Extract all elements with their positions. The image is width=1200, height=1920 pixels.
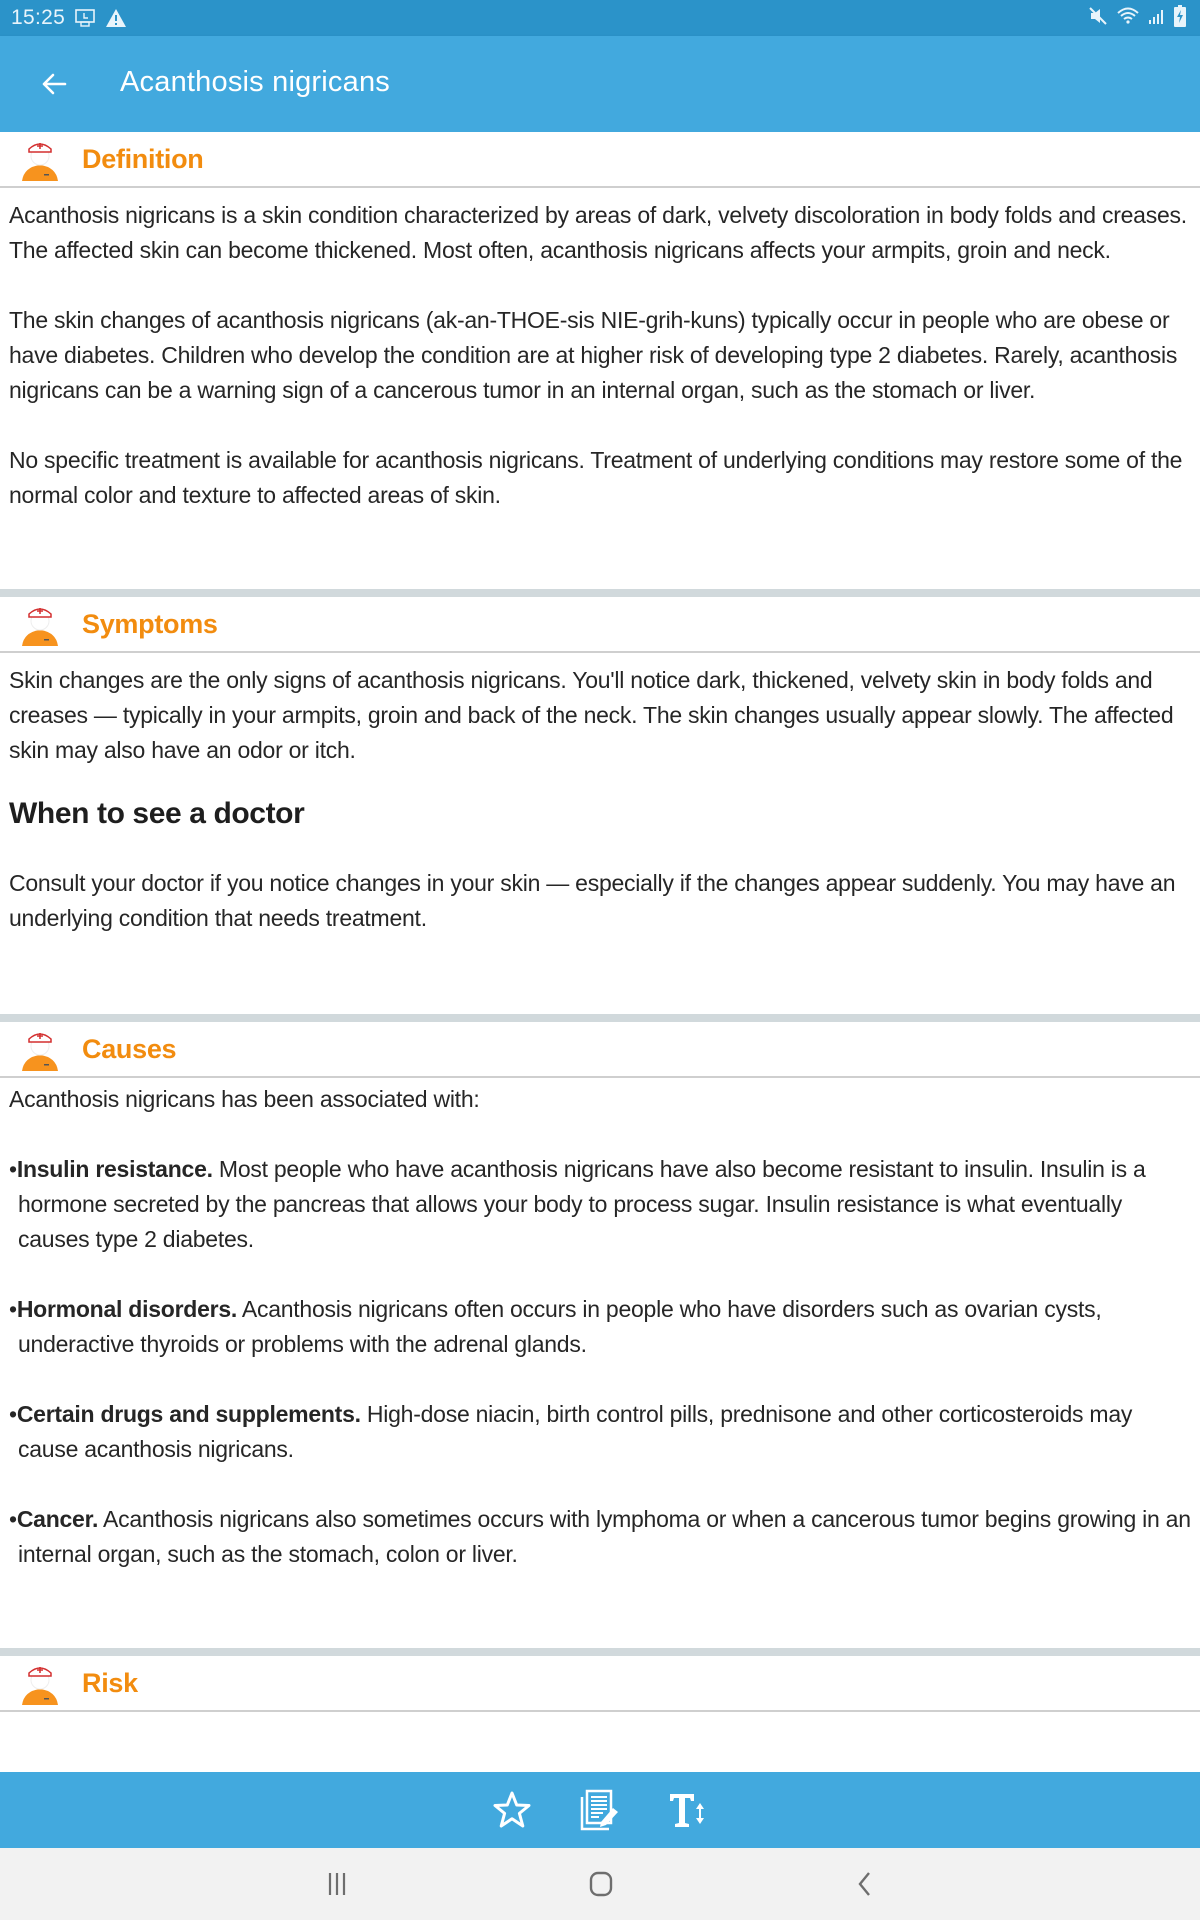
bullet-lead: Certain drugs and supplements.: [16, 1401, 361, 1427]
bullet-lead: Insulin resistance.: [16, 1156, 213, 1182]
warning-icon: [105, 8, 127, 28]
article-content[interactable]: Definition Acanthosis nigricans is a ski…: [0, 132, 1200, 1772]
signal-icon: [1148, 7, 1166, 30]
arrow-left-icon: [42, 73, 67, 95]
wifi-icon: [1116, 6, 1140, 31]
subheading-when-to-see-doctor: When to see a doctor: [9, 797, 305, 830]
section-title: Causes: [82, 1033, 177, 1064]
page-title: Acanthosis nigricans: [120, 66, 390, 98]
battery-charging-icon: [1174, 4, 1186, 32]
text-size-icon: [670, 1794, 704, 1827]
system-nav-bar: [0, 1848, 1200, 1920]
notes-button[interactable]: [577, 1787, 623, 1833]
bullet-text: Acanthosis nigricans also sometimes occu…: [18, 1506, 1191, 1567]
notes-edit-icon: [580, 1789, 618, 1831]
section-header-definition: Definition: [0, 132, 1200, 188]
list-item: •Insulin resistance. Most people who hav…: [9, 1156, 1146, 1252]
section-header-symptoms: Symptoms: [0, 597, 1200, 653]
favorite-button[interactable]: [489, 1787, 535, 1833]
section-header-risk: Risk: [0, 1656, 1200, 1712]
home-button[interactable]: [571, 1864, 631, 1904]
list-item: •Certain drugs and supplements. High-dos…: [9, 1401, 1133, 1462]
bullet-lead: Hormonal disorders.: [16, 1296, 237, 1322]
doctor-avatar-icon: [22, 1033, 58, 1071]
recent-apps-icon: [328, 1873, 346, 1895]
recent-apps-button[interactable]: [307, 1864, 367, 1904]
system-back-button[interactable]: [835, 1864, 895, 1904]
doctor-avatar-icon: [22, 1667, 58, 1705]
paragraph: Acanthosis nigricans is a skin condition…: [9, 202, 1187, 263]
section-title: Definition: [82, 143, 204, 174]
favorite-star-icon: [493, 1791, 531, 1828]
paragraph: Consult your doctor if you notice change…: [9, 870, 1176, 931]
paragraph: Skin changes are the only signs of acant…: [9, 667, 1174, 763]
home-icon: [589, 1871, 613, 1897]
back-button[interactable]: [34, 64, 74, 104]
doctor-avatar-icon: [22, 143, 58, 181]
screen-time-icon: [75, 9, 95, 27]
doctor-avatar-icon: [22, 608, 58, 646]
status-time: 15:25: [11, 6, 66, 29]
status-bar: 15:25: [0, 0, 1200, 36]
app-bar: Acanthosis nigricans: [0, 36, 1200, 132]
section-header-causes: Causes: [0, 1022, 1200, 1078]
paragraph: The skin changes of acanthosis nigricans…: [9, 307, 1178, 403]
section-body-causes: Acanthosis nigricans has been associated…: [0, 1078, 1200, 1572]
section-divider: [0, 1648, 1200, 1656]
section-divider: [0, 1014, 1200, 1022]
section-title: Risk: [82, 1667, 138, 1698]
bullet-lead: Cancer.: [16, 1506, 99, 1532]
section-title: Symptoms: [82, 608, 218, 639]
section-body-symptoms: Skin changes are the only signs of acant…: [0, 653, 1200, 936]
bottom-toolbar: [0, 1772, 1200, 1848]
mute-icon: [1088, 6, 1108, 31]
paragraph: No specific treatment is available for a…: [9, 447, 1183, 508]
list-item: •Cancer. Acanthosis nigricans also somet…: [9, 1506, 1191, 1567]
text-size-button[interactable]: [665, 1787, 711, 1833]
back-icon: [858, 1872, 870, 1896]
list-item: •Hormonal disorders. Acanthosis nigrican…: [9, 1296, 1102, 1357]
paragraph: Acanthosis nigricans has been associated…: [9, 1086, 480, 1112]
section-body-definition: Acanthosis nigricans is a skin condition…: [0, 188, 1200, 513]
section-divider: [0, 589, 1200, 597]
